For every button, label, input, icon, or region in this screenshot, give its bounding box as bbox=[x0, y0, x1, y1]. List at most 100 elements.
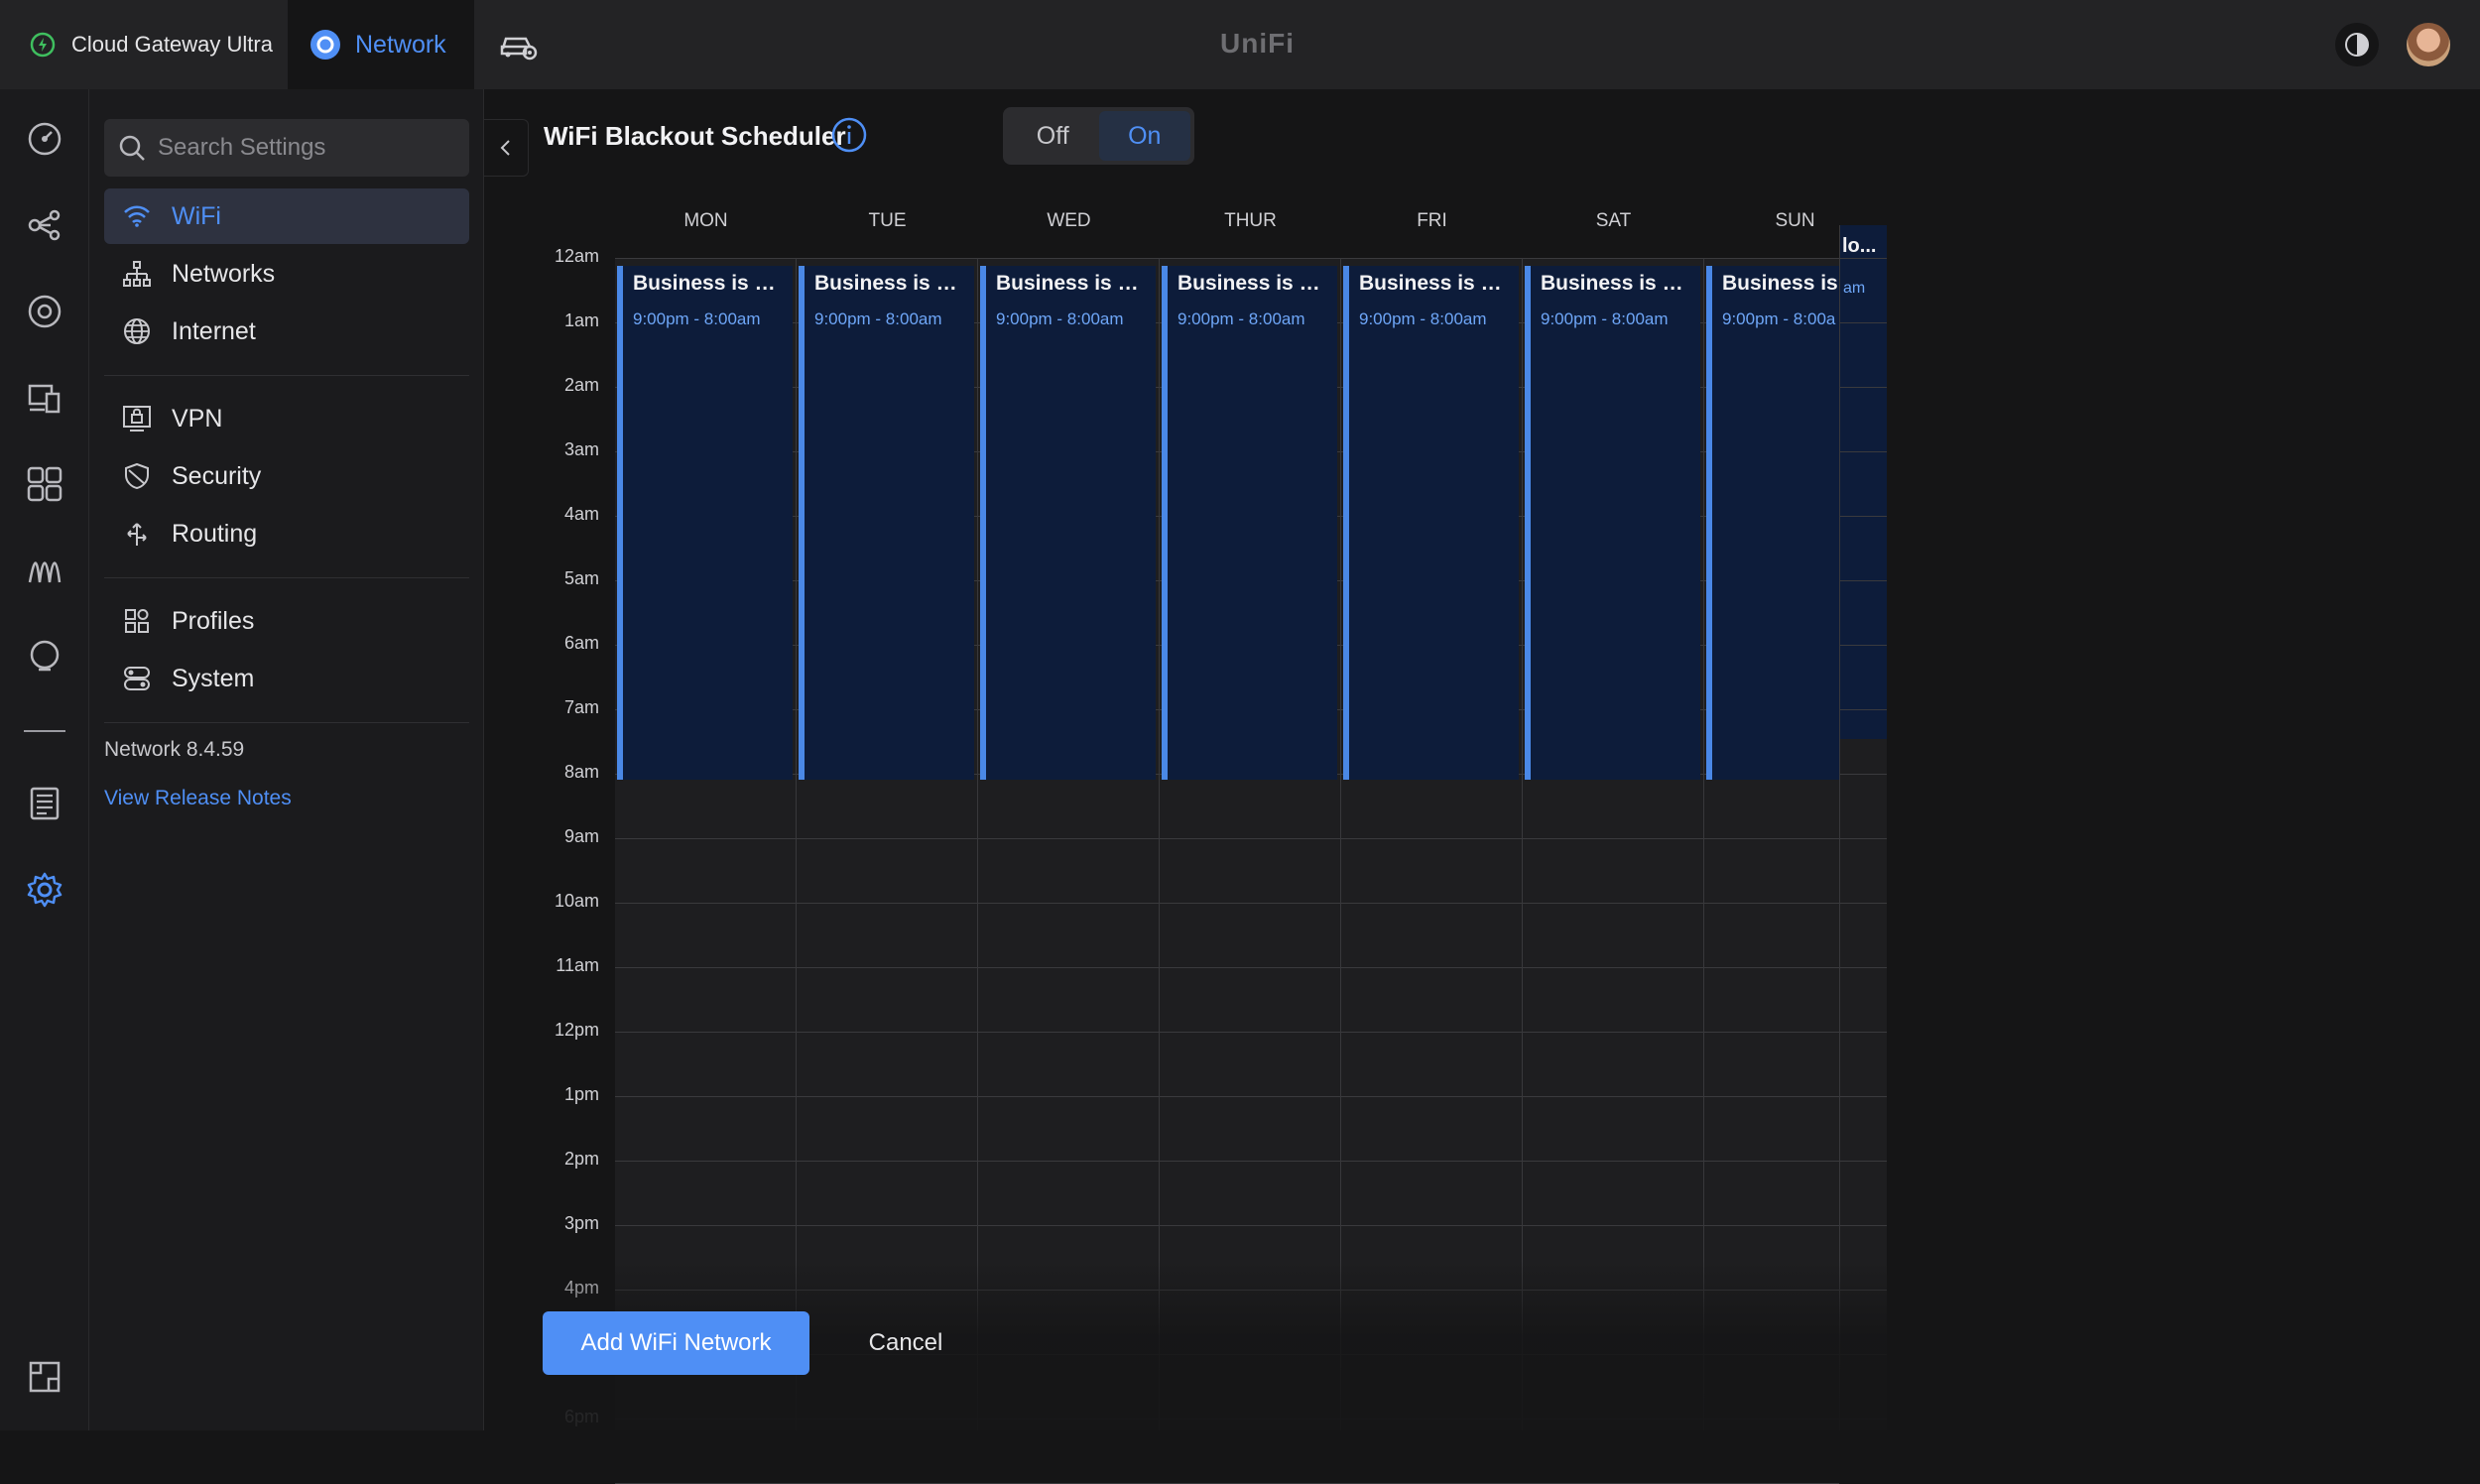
hour-label: 1pm bbox=[563, 1084, 599, 1104]
grid-hour-line bbox=[615, 1419, 1839, 1420]
user-avatar[interactable] bbox=[2407, 23, 2450, 66]
grid-hour-line bbox=[1840, 1096, 1887, 1097]
topology-icon[interactable] bbox=[25, 205, 64, 245]
hour-label: 6am bbox=[563, 633, 599, 653]
logs-icon[interactable] bbox=[25, 784, 64, 823]
insights-icon[interactable] bbox=[25, 551, 64, 590]
schedule-event[interactable]: Business is clo... 9:00pm - 8:00am bbox=[799, 266, 974, 780]
grid-hour-line bbox=[615, 1032, 1839, 1033]
globe-icon bbox=[122, 316, 152, 346]
version-text: Network 8.4.59 bbox=[104, 738, 245, 761]
chevron-left-icon bbox=[500, 140, 510, 156]
grid-hour-line bbox=[615, 1225, 1839, 1226]
menu-item-networks[interactable]: Networks bbox=[104, 246, 469, 302]
grid-hour-line bbox=[1840, 322, 1887, 323]
grid-day-line bbox=[796, 258, 797, 1430]
schedule-event[interactable]: Business is clo... 9:00pm - 8:00am bbox=[1343, 266, 1519, 780]
settings-gear-icon[interactable] bbox=[25, 870, 64, 910]
search-input[interactable] bbox=[158, 134, 455, 162]
menu-label: Networks bbox=[172, 259, 276, 288]
collapse-panel-button[interactable] bbox=[484, 119, 529, 177]
week-calendar: MON TUE WED THUR FRI SAT SUN 12am 1am 2am 3am 4am 5… bbox=[536, 198, 1895, 1484]
day-header: TUE bbox=[868, 210, 907, 231]
event-time: 9:00pm - 8:00am bbox=[996, 309, 1124, 328]
hour-label: 7am bbox=[563, 697, 599, 717]
grid-hour-line bbox=[615, 1096, 1839, 1097]
menu-divider bbox=[104, 375, 469, 376]
profiles-icon bbox=[122, 606, 152, 636]
dashboard-icon[interactable] bbox=[25, 119, 64, 159]
grid-hour-line bbox=[1840, 580, 1887, 581]
menu-item-security[interactable]: Security bbox=[104, 448, 469, 504]
add-wifi-network-button[interactable]: Add WiFi Network bbox=[543, 1311, 809, 1375]
grid-hour-line bbox=[1840, 1032, 1887, 1033]
grid-hour-line bbox=[1840, 709, 1887, 710]
grid-hour-line bbox=[1840, 1290, 1887, 1291]
cancel-button[interactable]: Cancel bbox=[843, 1311, 968, 1375]
grid-hour-line bbox=[615, 903, 1839, 904]
gateway-switcher[interactable]: Cloud Gateway Ultra bbox=[0, 0, 287, 89]
menu-item-routing[interactable]: Routing bbox=[104, 506, 469, 561]
toggle-on-option[interactable]: On bbox=[1098, 111, 1190, 161]
grid-hour-line bbox=[1840, 1419, 1887, 1420]
hour-label: 3pm bbox=[563, 1213, 599, 1233]
search-icon bbox=[119, 135, 145, 161]
calendar-grid[interactable]: Business is clo...9:00pm - 8:00amBusines… bbox=[615, 258, 1882, 1484]
schedule-event[interactable]: Business is clo... 9:00pm - 8:00am bbox=[617, 266, 793, 780]
scheduler-toggle[interactable]: Off On bbox=[1003, 107, 1194, 165]
event-title: Business is clo... bbox=[1359, 272, 1509, 295]
rail-divider bbox=[24, 730, 65, 732]
event-time: 9:00pm - 8:00am bbox=[1541, 309, 1669, 328]
menu-item-internet[interactable]: Internet bbox=[104, 304, 469, 359]
site-switcher-icon[interactable] bbox=[25, 1357, 64, 1397]
menu-item-wifi[interactable]: WiFi bbox=[104, 188, 469, 244]
menu-item-vpn[interactable]: VPN bbox=[104, 391, 469, 446]
vehicle-gear-icon bbox=[500, 37, 538, 61]
gateway-name: Cloud Gateway Ultra bbox=[71, 32, 273, 57]
menu-label: Security bbox=[172, 461, 262, 490]
hour-label: 9am bbox=[563, 826, 599, 846]
hour-label: 12pm bbox=[554, 1020, 599, 1040]
release-notes-link[interactable]: View Release Notes bbox=[104, 787, 292, 810]
hour-label: 8am bbox=[563, 762, 599, 782]
hour-label: 12am bbox=[554, 246, 599, 266]
hour-label: 2am bbox=[563, 375, 599, 395]
network-app-tab[interactable]: Network bbox=[288, 0, 474, 89]
innerspace-button[interactable] bbox=[490, 0, 550, 89]
grid-hour-line bbox=[1840, 1161, 1887, 1162]
menu-label: Internet bbox=[172, 316, 256, 345]
overflow-event[interactable]: lo... am bbox=[1840, 225, 1887, 739]
schedule-event[interactable]: Business is clo... 9:00pm - 8:00am bbox=[1525, 266, 1700, 780]
grid-hour-line bbox=[1840, 516, 1887, 517]
hour-label: 3am bbox=[563, 439, 599, 459]
hour-label: 11am bbox=[556, 955, 599, 975]
grid-day-line bbox=[977, 258, 978, 1430]
search-box[interactable] bbox=[104, 119, 469, 177]
alerts-icon[interactable] bbox=[25, 637, 64, 677]
toggle-off-option[interactable]: Off bbox=[1007, 111, 1099, 161]
grid-hour-line bbox=[615, 967, 1839, 968]
menu-label: Routing bbox=[172, 519, 258, 548]
app-nav-rail bbox=[0, 89, 89, 1430]
hour-label: 5am bbox=[563, 568, 599, 588]
page-title: WiFi Blackout Scheduler bbox=[544, 121, 846, 151]
schedule-event[interactable]: Business is clo... 9:00pm - 8:00am bbox=[980, 266, 1156, 780]
day-header: SAT bbox=[1595, 210, 1632, 231]
event-title: Business is clo... bbox=[1178, 272, 1327, 295]
menu-item-system[interactable]: System bbox=[104, 651, 469, 706]
clients-icon[interactable] bbox=[25, 378, 64, 418]
grid-day-line bbox=[1340, 258, 1341, 1430]
menu-label: VPN bbox=[172, 404, 223, 433]
grid-hour-line bbox=[1840, 387, 1887, 388]
hour-label: 10am bbox=[554, 891, 599, 911]
day-header: FRI bbox=[1417, 210, 1447, 231]
info-icon[interactable] bbox=[831, 117, 867, 153]
grid-day-line bbox=[1159, 258, 1160, 1430]
devices-icon[interactable] bbox=[25, 292, 64, 331]
shield-icon bbox=[122, 461, 152, 491]
ports-icon[interactable] bbox=[25, 464, 64, 504]
menu-item-profiles[interactable]: Profiles bbox=[104, 593, 469, 649]
theme-toggle-button[interactable] bbox=[2335, 23, 2379, 66]
schedule-event[interactable]: Business is clo... 9:00pm - 8:00am bbox=[1162, 266, 1337, 780]
power-status-icon bbox=[30, 32, 56, 58]
